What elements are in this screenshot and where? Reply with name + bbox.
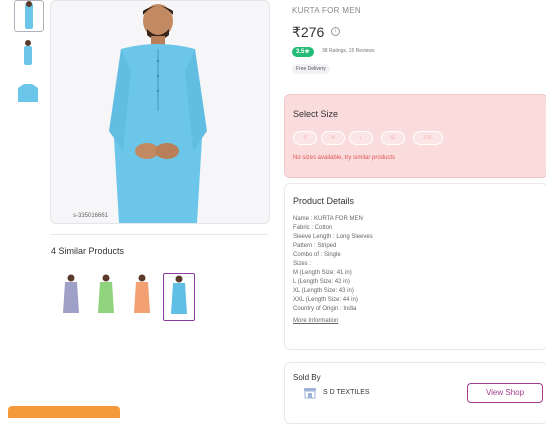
add-to-cart-button[interactable] xyxy=(8,406,120,418)
rating-badge: 3.5★ xyxy=(292,47,314,57)
similar-kurta-image xyxy=(63,274,79,313)
detail-line: M (Length Size: 41 in) xyxy=(293,270,352,276)
thumbnail-3[interactable] xyxy=(14,78,42,108)
size-chip-l[interactable]: L xyxy=(349,131,373,145)
detail-line: Sleeve Length : Long Sleeves xyxy=(293,234,373,240)
similar-product-2[interactable] xyxy=(91,273,121,319)
sold-by-title: Sold By xyxy=(293,373,321,382)
kurta-thumbnail-image xyxy=(18,84,38,102)
similar-kurta-fill xyxy=(63,282,79,313)
more-information-link[interactable]: More Information xyxy=(293,318,338,324)
kurta-model-image xyxy=(51,1,269,223)
product-details-card: Product Details Name : KURTA FOR MEN Fab… xyxy=(284,183,546,350)
free-delivery-badge: Free Delivery xyxy=(292,64,330,74)
similar-kurta-image xyxy=(171,275,187,314)
size-chip-m[interactable]: M xyxy=(321,131,345,145)
detail-line: XL (Length Size: 43 in) xyxy=(293,288,354,294)
seller-name[interactable]: S D TEXTILES xyxy=(323,389,370,396)
product-price: ₹276 xyxy=(292,24,325,40)
kurta-thumbnail-image xyxy=(25,1,33,29)
detail-line: Name : KURTA FOR MEN xyxy=(293,216,363,222)
detail-line: Country of Origin : India xyxy=(293,306,357,312)
product-sku: s-335016661 xyxy=(73,213,109,219)
product-brand: KURTA FOR MEN xyxy=(292,6,361,15)
size-chip-s[interactable]: S xyxy=(293,131,317,145)
detail-line: Sizes : xyxy=(293,261,312,267)
detail-line: Fabric : Cotton xyxy=(293,225,333,231)
detail-line: XXL (Length Size: 44 in) xyxy=(293,297,358,303)
info-icon[interactable]: i xyxy=(331,27,340,36)
size-chip-xl[interactable]: XL xyxy=(381,131,405,145)
similar-kurta-fill xyxy=(171,283,187,314)
detail-line: Pattern : Striped xyxy=(293,243,337,249)
sold-by-card: Sold By S D TEXTILES View Shop xyxy=(284,362,546,424)
shop-icon xyxy=(304,388,316,399)
similar-kurta-fill xyxy=(134,282,150,313)
similar-products-title: 4 Similar Products xyxy=(51,246,125,256)
product-details-title: Product Details xyxy=(293,196,355,206)
view-shop-button[interactable]: View Shop xyxy=(467,383,543,403)
divider xyxy=(50,234,268,235)
similar-product-3[interactable] xyxy=(127,273,157,319)
similar-kurta-image xyxy=(98,274,114,313)
thumbnail-1[interactable] xyxy=(14,0,44,32)
similar-kurta-fill xyxy=(98,282,114,313)
thumbnail-2[interactable] xyxy=(14,38,42,68)
select-size-title: Select Size xyxy=(293,109,339,119)
select-size-card: Select Size S M L XL XXL No sizes availa… xyxy=(284,94,546,178)
kurta-thumbnail-image xyxy=(24,40,32,65)
main-product-image[interactable]: s-335016661 xyxy=(50,0,270,224)
detail-line: L (Length Size: 42 in) xyxy=(293,279,350,285)
ratings-reviews-count[interactable]: 38 Ratings, 15 Reviews xyxy=(322,48,375,54)
size-unavailable-message: No sizes available, try similar products xyxy=(293,155,396,161)
detail-line: Combo of : Single xyxy=(293,252,341,258)
similar-product-4[interactable] xyxy=(163,273,195,321)
similar-kurta-image xyxy=(134,274,150,313)
similar-product-1[interactable] xyxy=(56,273,86,319)
size-chip-xxl[interactable]: XXL xyxy=(413,131,443,145)
